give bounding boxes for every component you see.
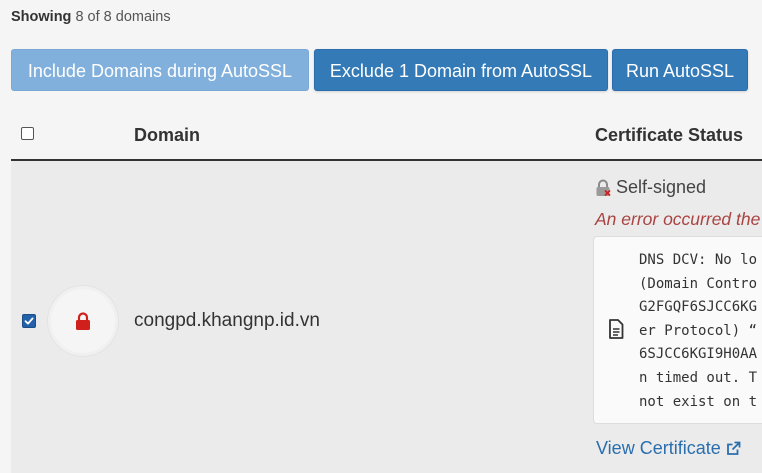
- certificate-status-column-header[interactable]: Certificate Status: [595, 125, 743, 146]
- detail-line: (Domain Contro: [639, 275, 758, 292]
- checkmark-icon: [24, 317, 34, 325]
- view-certificate-link[interactable]: View Certificate: [596, 438, 741, 459]
- showing-label: Showing: [11, 9, 72, 25]
- certificate-status: Self-signed: [595, 177, 706, 198]
- detail-line: DNS DCV: No lo: [639, 252, 758, 268]
- ssl-status-indicator: [51, 289, 115, 353]
- showing-count: Showing 8 of 8 domains: [11, 9, 171, 25]
- autossl-error-message: An error occurred the: [595, 209, 761, 229]
- showing-text: 8 of 8 domains: [75, 9, 171, 25]
- detail-line: n timed out. T: [639, 369, 758, 386]
- document-icon: [609, 319, 624, 339]
- detail-line: G2FGQF6SJCC6KG: [639, 299, 758, 316]
- error-details-text: DNS DCV: No lo (Domain Contro G2FGQF6SJCC6…: [639, 249, 757, 414]
- detail-line: 6SJCC6KGI9H0AA: [639, 346, 758, 363]
- lock-icon: [76, 311, 90, 330]
- view-certificate-label: View Certificate: [596, 438, 721, 458]
- domain-column-header[interactable]: Domain: [134, 125, 200, 146]
- include-domains-button[interactable]: Include Domains during AutoSSL: [11, 49, 309, 91]
- autossl-domains-page: Showing 8 of 8 domains Include Domains d…: [0, 0, 762, 473]
- run-autossl-button[interactable]: Run AutoSSL: [612, 49, 748, 91]
- table-row: congpd.khangnp.id.vn Self-signed An erro…: [11, 161, 762, 473]
- domain-name: congpd.khangnp.id.vn: [134, 310, 320, 331]
- error-details-box: DNS DCV: No lo (Domain Contro G2FGQF6SJCC6…: [593, 236, 762, 424]
- select-all-checkbox[interactable]: [21, 127, 34, 140]
- exclude-domain-button[interactable]: Exclude 1 Domain from AutoSSL: [314, 49, 608, 91]
- row-checkbox[interactable]: [22, 314, 36, 328]
- self-signed-lock-icon: [596, 179, 611, 196]
- external-link-icon: [726, 441, 741, 455]
- certificate-status-text: Self-signed: [616, 177, 707, 197]
- table-header: Domain Certificate Status: [11, 112, 762, 161]
- detail-line: er Protocol) “: [639, 322, 758, 339]
- detail-line: not exist on t: [639, 393, 758, 410]
